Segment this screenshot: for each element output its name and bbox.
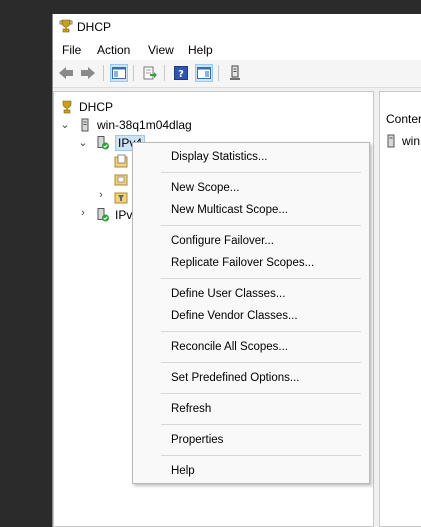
tree-label-server: win-38q1m04dlag (97, 118, 192, 132)
menu-refresh[interactable]: Refresh (171, 403, 211, 415)
menu-reconcile-all-scopes[interactable]: Reconcile All Scopes... (171, 341, 288, 353)
filter-folder-icon (114, 190, 128, 204)
contents-header: Conter (386, 112, 421, 126)
forward-arrow-icon[interactable] (79, 64, 97, 82)
menu-separator (161, 278, 361, 279)
ipv6-server-check-icon (96, 208, 110, 222)
chevron-down-icon[interactable]: ⌄ (60, 118, 70, 131)
menu-separator (161, 455, 361, 456)
menu-new-scope[interactable]: New Scope... (171, 182, 239, 194)
menu-separator (161, 172, 361, 173)
svg-text:?: ? (178, 69, 184, 80)
tree-label-dhcp: DHCP (79, 100, 114, 114)
menu-view[interactable]: View (148, 43, 174, 57)
tree-item-policies[interactable] (114, 170, 133, 188)
menu-file[interactable]: File (62, 43, 81, 57)
menu-separator (161, 362, 361, 363)
menu-configure-failover[interactable]: Configure Failover... (171, 235, 274, 247)
chevron-right-icon[interactable]: › (78, 207, 88, 219)
menu-separator (161, 424, 361, 425)
menu-separator (161, 225, 361, 226)
server-icon (386, 134, 396, 148)
tree-item-ipv6[interactable]: IPv (96, 206, 132, 224)
tree-item-server-options[interactable] (114, 152, 133, 170)
dhcp-app-icon (59, 19, 73, 33)
title-bar[interactable]: DHCP (53, 14, 421, 40)
toolbar-separator (218, 65, 219, 81)
menu-define-vendor-classes[interactable]: Define Vendor Classes... (171, 310, 298, 322)
tree-label-ipv6: IPv (115, 208, 133, 222)
chevron-down-icon[interactable]: ⌄ (78, 136, 88, 149)
show-hide-console-tree-icon[interactable] (110, 64, 128, 82)
back-arrow-icon[interactable] (57, 64, 75, 82)
folder-document-icon (114, 154, 128, 168)
help-icon[interactable]: ? (172, 64, 190, 82)
dhcp-trophy-icon (60, 100, 74, 114)
menu-separator (161, 331, 361, 332)
menu-new-multicast-scope[interactable]: New Multicast Scope... (171, 204, 288, 216)
server-status-icon[interactable] (226, 64, 244, 82)
tree-item-dhcp[interactable]: DHCP (60, 98, 113, 116)
results-row-label: win (402, 134, 421, 148)
ipv4-server-check-icon (96, 136, 110, 150)
folder-icon (114, 172, 128, 186)
tree-item-filters[interactable] (114, 188, 133, 206)
chevron-right-icon[interactable]: › (96, 189, 106, 201)
menu-set-predefined-options[interactable]: Set Predefined Options... (171, 372, 300, 384)
toolbar-separator (164, 65, 165, 81)
menu-bar: File Action View Help (53, 40, 421, 60)
window-title: DHCP (77, 20, 112, 34)
server-icon (78, 118, 92, 132)
menu-action[interactable]: Action (97, 43, 130, 57)
menu-help-item[interactable]: Help (171, 465, 195, 477)
context-menu: Display Statistics... New Scope... New M… (132, 142, 370, 484)
tree-item-server[interactable]: win-38q1m04dlag (78, 116, 192, 134)
menu-define-user-classes[interactable]: Define User Classes... (171, 288, 285, 300)
toolbar-separator (133, 65, 134, 81)
toolbar-separator (103, 65, 104, 81)
menu-help[interactable]: Help (188, 43, 213, 57)
menu-separator (161, 393, 361, 394)
menu-properties[interactable]: Properties (171, 434, 223, 446)
menu-replicate-failover-scopes[interactable]: Replicate Failover Scopes... (171, 257, 314, 269)
menu-display-statistics[interactable]: Display Statistics... (171, 151, 268, 163)
toolbar: ? (53, 60, 421, 88)
results-pane[interactable]: Conter win (379, 91, 421, 527)
show-action-pane-icon[interactable] (195, 64, 213, 82)
results-row-server[interactable]: win (386, 134, 420, 148)
export-list-icon[interactable] (141, 64, 159, 82)
